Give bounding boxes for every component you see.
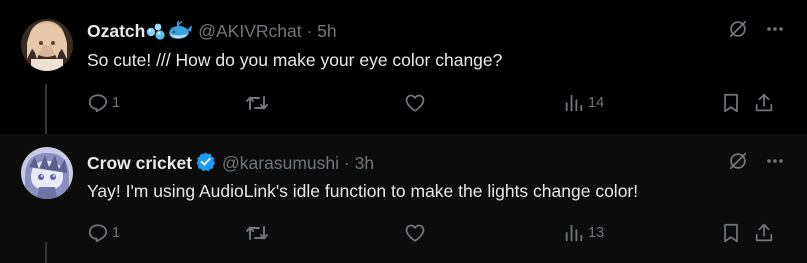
repost-button[interactable] <box>245 92 269 114</box>
action-bar: 1 13 <box>87 222 787 246</box>
reply-post[interactable]: Crow cricket @karasumushi · 3h Yay! I'm u… <box>0 134 807 263</box>
author-handle[interactable]: @karasumushi <box>222 153 339 173</box>
like-button[interactable] <box>404 92 426 114</box>
reply-count: 1 <box>112 95 121 111</box>
post-text: Yay! I'm using AudioLink's idle function… <box>87 181 639 201</box>
action-bar: 1 14 <box>87 92 787 116</box>
verified-badge-icon <box>195 151 216 177</box>
views-count: 14 <box>588 95 605 111</box>
timestamp[interactable]: 3h <box>355 153 374 173</box>
repost-button[interactable] <box>245 222 269 244</box>
post-header: Crow cricket @karasumushi · 3h <box>87 151 374 177</box>
reply-post[interactable]: Ozatch @AKIVRchat · 5h So cute! /// How … <box>0 0 807 134</box>
grok-icon[interactable] <box>727 18 749 40</box>
avatar[interactable] <box>21 147 73 199</box>
heart-icon <box>405 94 425 112</box>
reply-count: 1 <box>112 225 121 241</box>
grok-icon[interactable] <box>727 150 749 172</box>
views-button[interactable]: 14 <box>563 92 604 114</box>
views-count: 13 <box>588 225 605 241</box>
repost-icon <box>246 96 268 110</box>
views-icon <box>565 94 583 112</box>
views-button[interactable]: 13 <box>563 222 604 244</box>
repost-icon <box>246 226 268 240</box>
thread-line <box>45 84 47 134</box>
avatar[interactable] <box>21 19 73 71</box>
separator: · <box>343 153 350 173</box>
top-actions <box>727 18 785 40</box>
views-icon <box>565 224 583 242</box>
more-icon[interactable] <box>765 151 785 171</box>
author-handle[interactable]: @AKIVRchat <box>198 21 301 41</box>
like-button[interactable] <box>404 222 426 244</box>
whale-icon <box>167 20 193 46</box>
bubbles-icon <box>145 21 167 46</box>
reply-button[interactable]: 1 <box>87 222 120 244</box>
bookmark-icon <box>724 93 738 113</box>
post-header: Ozatch @AKIVRchat · 5h <box>87 20 337 46</box>
heart-icon <box>405 224 425 242</box>
separator: · <box>306 21 313 41</box>
bookmark-button[interactable] <box>720 92 742 114</box>
thread-line <box>45 242 47 263</box>
top-actions <box>727 150 785 172</box>
author-name[interactable]: Ozatch <box>87 21 145 41</box>
reply-button[interactable]: 1 <box>87 92 120 114</box>
share-button[interactable] <box>753 92 775 114</box>
reply-icon <box>88 224 108 243</box>
post-text: So cute! /// How do you make your eye co… <box>87 50 503 70</box>
bookmark-button[interactable] <box>720 222 742 244</box>
timestamp[interactable]: 5h <box>317 21 336 41</box>
author-name[interactable]: Crow cricket <box>87 153 192 173</box>
share-icon <box>755 93 773 112</box>
share-button[interactable] <box>753 222 775 244</box>
bookmark-icon <box>724 223 738 243</box>
share-icon <box>755 223 773 242</box>
more-icon[interactable] <box>765 19 785 39</box>
reply-icon <box>88 94 108 113</box>
